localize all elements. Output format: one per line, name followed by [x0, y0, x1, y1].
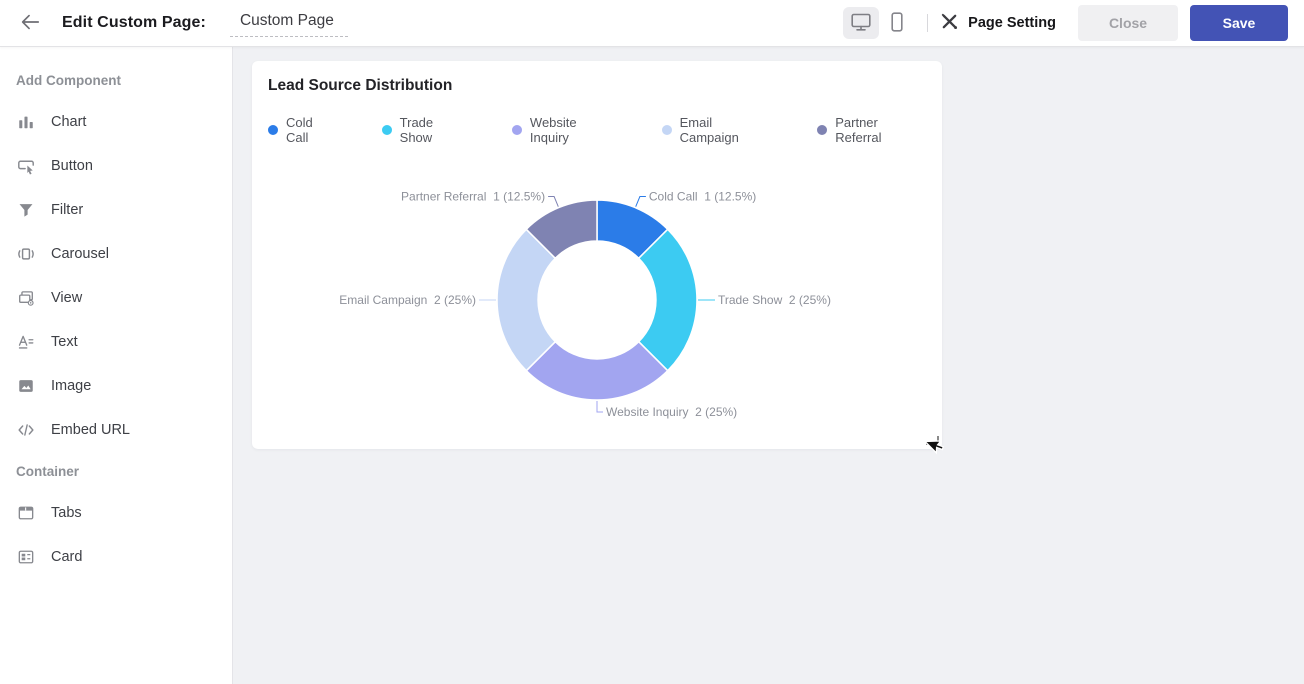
- phone-icon: [885, 10, 909, 37]
- sidebar-item-filter[interactable]: Filter: [0, 188, 232, 232]
- text-icon: [16, 332, 36, 352]
- legend-item-website-inquiry[interactable]: Website Inquiry: [512, 115, 618, 145]
- page-setting-button[interactable]: Page Setting: [940, 12, 1056, 35]
- sidebar-item-embed-url[interactable]: Embed URL: [0, 408, 232, 452]
- chart-widget-card[interactable]: Lead Source Distribution Cold Call Trade …: [252, 61, 942, 449]
- sidebar-item-chart[interactable]: Chart: [0, 100, 232, 144]
- legend-dot: [662, 125, 672, 135]
- legend-label: Trade Show: [400, 115, 468, 145]
- sidebar-item-label: Carousel: [51, 243, 109, 265]
- filter-icon: [16, 200, 36, 220]
- sidebar-item-label: Embed URL: [51, 419, 130, 441]
- sidebar-item-image[interactable]: Image: [0, 364, 232, 408]
- page-title: Edit Custom Page:: [62, 14, 206, 32]
- label-leader-line: [636, 197, 646, 207]
- slice-label-trade-show: Trade Show 2 (25%): [718, 293, 831, 307]
- sidebar-item-label: Text: [51, 331, 78, 353]
- donut-chart: Cold Call 1 (12.5%) Trade Show 2 (25%) Web…: [252, 147, 942, 447]
- legend-label: Website Inquiry: [530, 115, 618, 145]
- topbar: Edit Custom Page: Custom Page Pa: [0, 0, 1304, 47]
- slice-label-email-campaign: Email Campaign 2 (25%): [339, 293, 476, 307]
- editor-canvas[interactable]: Lead Source Distribution Cold Call Trade …: [233, 47, 1304, 684]
- legend-item-trade-show[interactable]: Trade Show: [382, 115, 468, 145]
- sidebar-item-label: Filter: [51, 199, 83, 221]
- slice-label-website-inquiry: Website Inquiry 2 (25%): [606, 405, 737, 419]
- tabs-icon: [16, 503, 36, 523]
- label-leader-line: [597, 401, 603, 412]
- button-icon: [16, 156, 36, 176]
- sidebar-item-label: Chart: [51, 111, 86, 133]
- sidebar-item-button[interactable]: Button: [0, 144, 232, 188]
- view-icon: [16, 288, 36, 308]
- sidebar-item-label: Image: [51, 375, 91, 397]
- legend-item-cold-call[interactable]: Cold Call: [268, 115, 338, 145]
- tools-icon: [940, 12, 959, 35]
- image-icon: [16, 376, 36, 396]
- legend-dot: [382, 125, 392, 135]
- slice-label-partner-referral: Partner Referral 1 (12.5%): [401, 190, 545, 204]
- component-sidebar: Add Component Chart Button Filter Carousel Vi…: [0, 47, 233, 684]
- legend-label: Partner Referral: [835, 115, 926, 145]
- carousel-icon: [16, 244, 36, 264]
- mobile-preview-button[interactable]: [879, 7, 915, 39]
- bar-chart-icon: [16, 112, 36, 132]
- page-name-input[interactable]: Custom Page: [230, 9, 348, 37]
- sidebar-item-label: Card: [51, 546, 82, 568]
- label-leader-line: [548, 197, 558, 207]
- legend-dot: [817, 125, 827, 135]
- sidebar-item-label: Tabs: [51, 502, 82, 524]
- sidebar-item-tabs[interactable]: Tabs: [0, 491, 232, 535]
- card-icon: [16, 547, 36, 567]
- legend-item-email-campaign[interactable]: Email Campaign: [662, 115, 774, 145]
- legend-dot: [268, 125, 278, 135]
- chart-title: Lead Source Distribution: [268, 77, 926, 95]
- slice-label-cold-call: Cold Call 1 (12.5%): [649, 190, 756, 204]
- monitor-icon: [849, 10, 873, 37]
- legend-dot: [512, 125, 522, 135]
- legend-label: Cold Call: [286, 115, 338, 145]
- page-setting-label: Page Setting: [968, 15, 1056, 31]
- sidebar-item-carousel[interactable]: Carousel: [0, 232, 232, 276]
- sidebar-item-text[interactable]: Text: [0, 320, 232, 364]
- embed-url-icon: [16, 420, 36, 440]
- sidebar-section-title: Container: [0, 452, 232, 491]
- sidebar-item-label: Button: [51, 155, 93, 177]
- legend-item-partner-referral[interactable]: Partner Referral: [817, 115, 926, 145]
- chart-legend: Cold Call Trade Show Website Inquiry Email …: [268, 115, 926, 145]
- arrow-left-icon: [19, 11, 41, 36]
- legend-label: Email Campaign: [680, 115, 774, 145]
- save-button[interactable]: Save: [1190, 5, 1288, 41]
- desktop-preview-button[interactable]: [843, 7, 879, 39]
- sidebar-item-label: View: [51, 287, 82, 309]
- sidebar-section-title: Add Component: [0, 61, 232, 100]
- sidebar-item-card[interactable]: Card: [0, 535, 232, 579]
- back-button[interactable]: [16, 9, 44, 37]
- divider: [927, 14, 928, 32]
- close-button[interactable]: Close: [1078, 5, 1178, 41]
- sidebar-item-view[interactable]: View: [0, 276, 232, 320]
